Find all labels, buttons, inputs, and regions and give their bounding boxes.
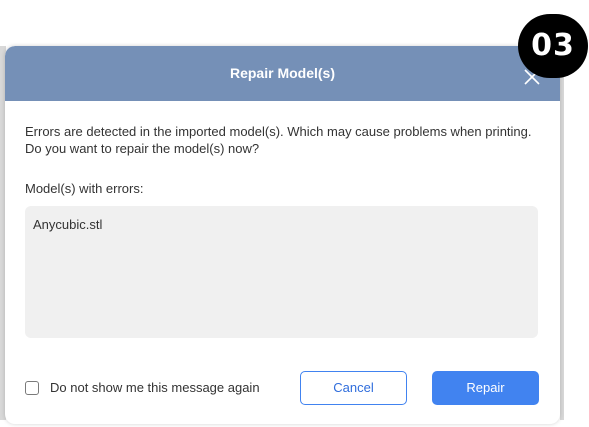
dont-show-checkbox[interactable] (25, 381, 39, 395)
dialog-titlebar: Repair Model(s) (5, 46, 560, 101)
repair-button[interactable]: Repair (432, 371, 539, 405)
cancel-button[interactable]: Cancel (300, 371, 407, 405)
window-shadow-right (560, 46, 564, 420)
dialog-title: Repair Model(s) (229, 65, 335, 81)
error-models-list: Anycubic.stl (25, 206, 538, 338)
dialog-message: Errors are detected in the imported mode… (25, 124, 532, 156)
repair-model-dialog: Repair Model(s) Errors are detected in t… (5, 46, 560, 424)
dont-show-label[interactable]: Do not show me this message again (50, 380, 260, 395)
errors-label: Model(s) with errors: (25, 181, 144, 196)
step-number-badge: 03 (518, 14, 588, 78)
screen: Repair Model(s) Errors are detected in t… (0, 0, 589, 427)
list-item: Anycubic.stl (33, 217, 103, 232)
